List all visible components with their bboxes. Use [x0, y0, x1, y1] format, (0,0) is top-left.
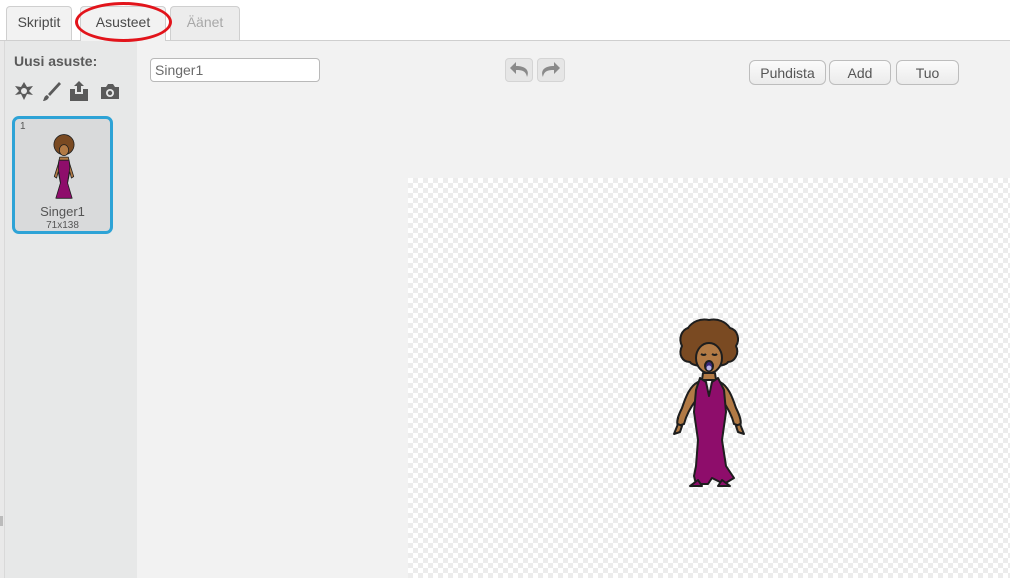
import-button[interactable]: Tuo [896, 60, 959, 85]
singer-costume-image [673, 318, 745, 487]
undo-button[interactable] [505, 58, 533, 82]
redo-button[interactable] [537, 58, 565, 82]
costume-number: 1 [20, 121, 26, 132]
red-highlight-circle [75, 2, 172, 42]
costume-editor: Puhdista Add Tuo [137, 41, 1010, 578]
tab-bar: Skriptit Asusteet Äänet [0, 0, 1010, 42]
clear-button[interactable]: Puhdista [749, 60, 826, 85]
paint-canvas[interactable] [408, 178, 1010, 578]
camera-icon[interactable] [99, 80, 121, 102]
tab-scripts[interactable]: Skriptit [6, 6, 72, 40]
paint-brush-icon[interactable] [41, 80, 63, 102]
costume-size-label: 71x138 [46, 220, 79, 231]
left-edge-handle [0, 516, 3, 526]
costume-sidebar: Uusi asuste: 1 Singer1 71x138 [0, 41, 137, 578]
choose-from-library-icon[interactable] [13, 80, 35, 102]
costume-name-label: Singer1 [40, 204, 85, 219]
upload-icon[interactable] [68, 80, 90, 102]
costume-thumbnail [53, 134, 75, 199]
undo-icon [510, 62, 528, 77]
redo-icon [542, 62, 560, 77]
costume-item-selected[interactable]: 1 Singer1 71x138 [12, 116, 113, 234]
new-costume-label: Uusi asuste: [14, 53, 98, 69]
costume-list-panel: Uusi asuste: 1 Singer1 71x138 [4, 41, 137, 578]
costume-name-input[interactable] [150, 58, 320, 82]
tab-sounds[interactable]: Äänet [170, 6, 240, 40]
add-button[interactable]: Add [829, 60, 891, 85]
